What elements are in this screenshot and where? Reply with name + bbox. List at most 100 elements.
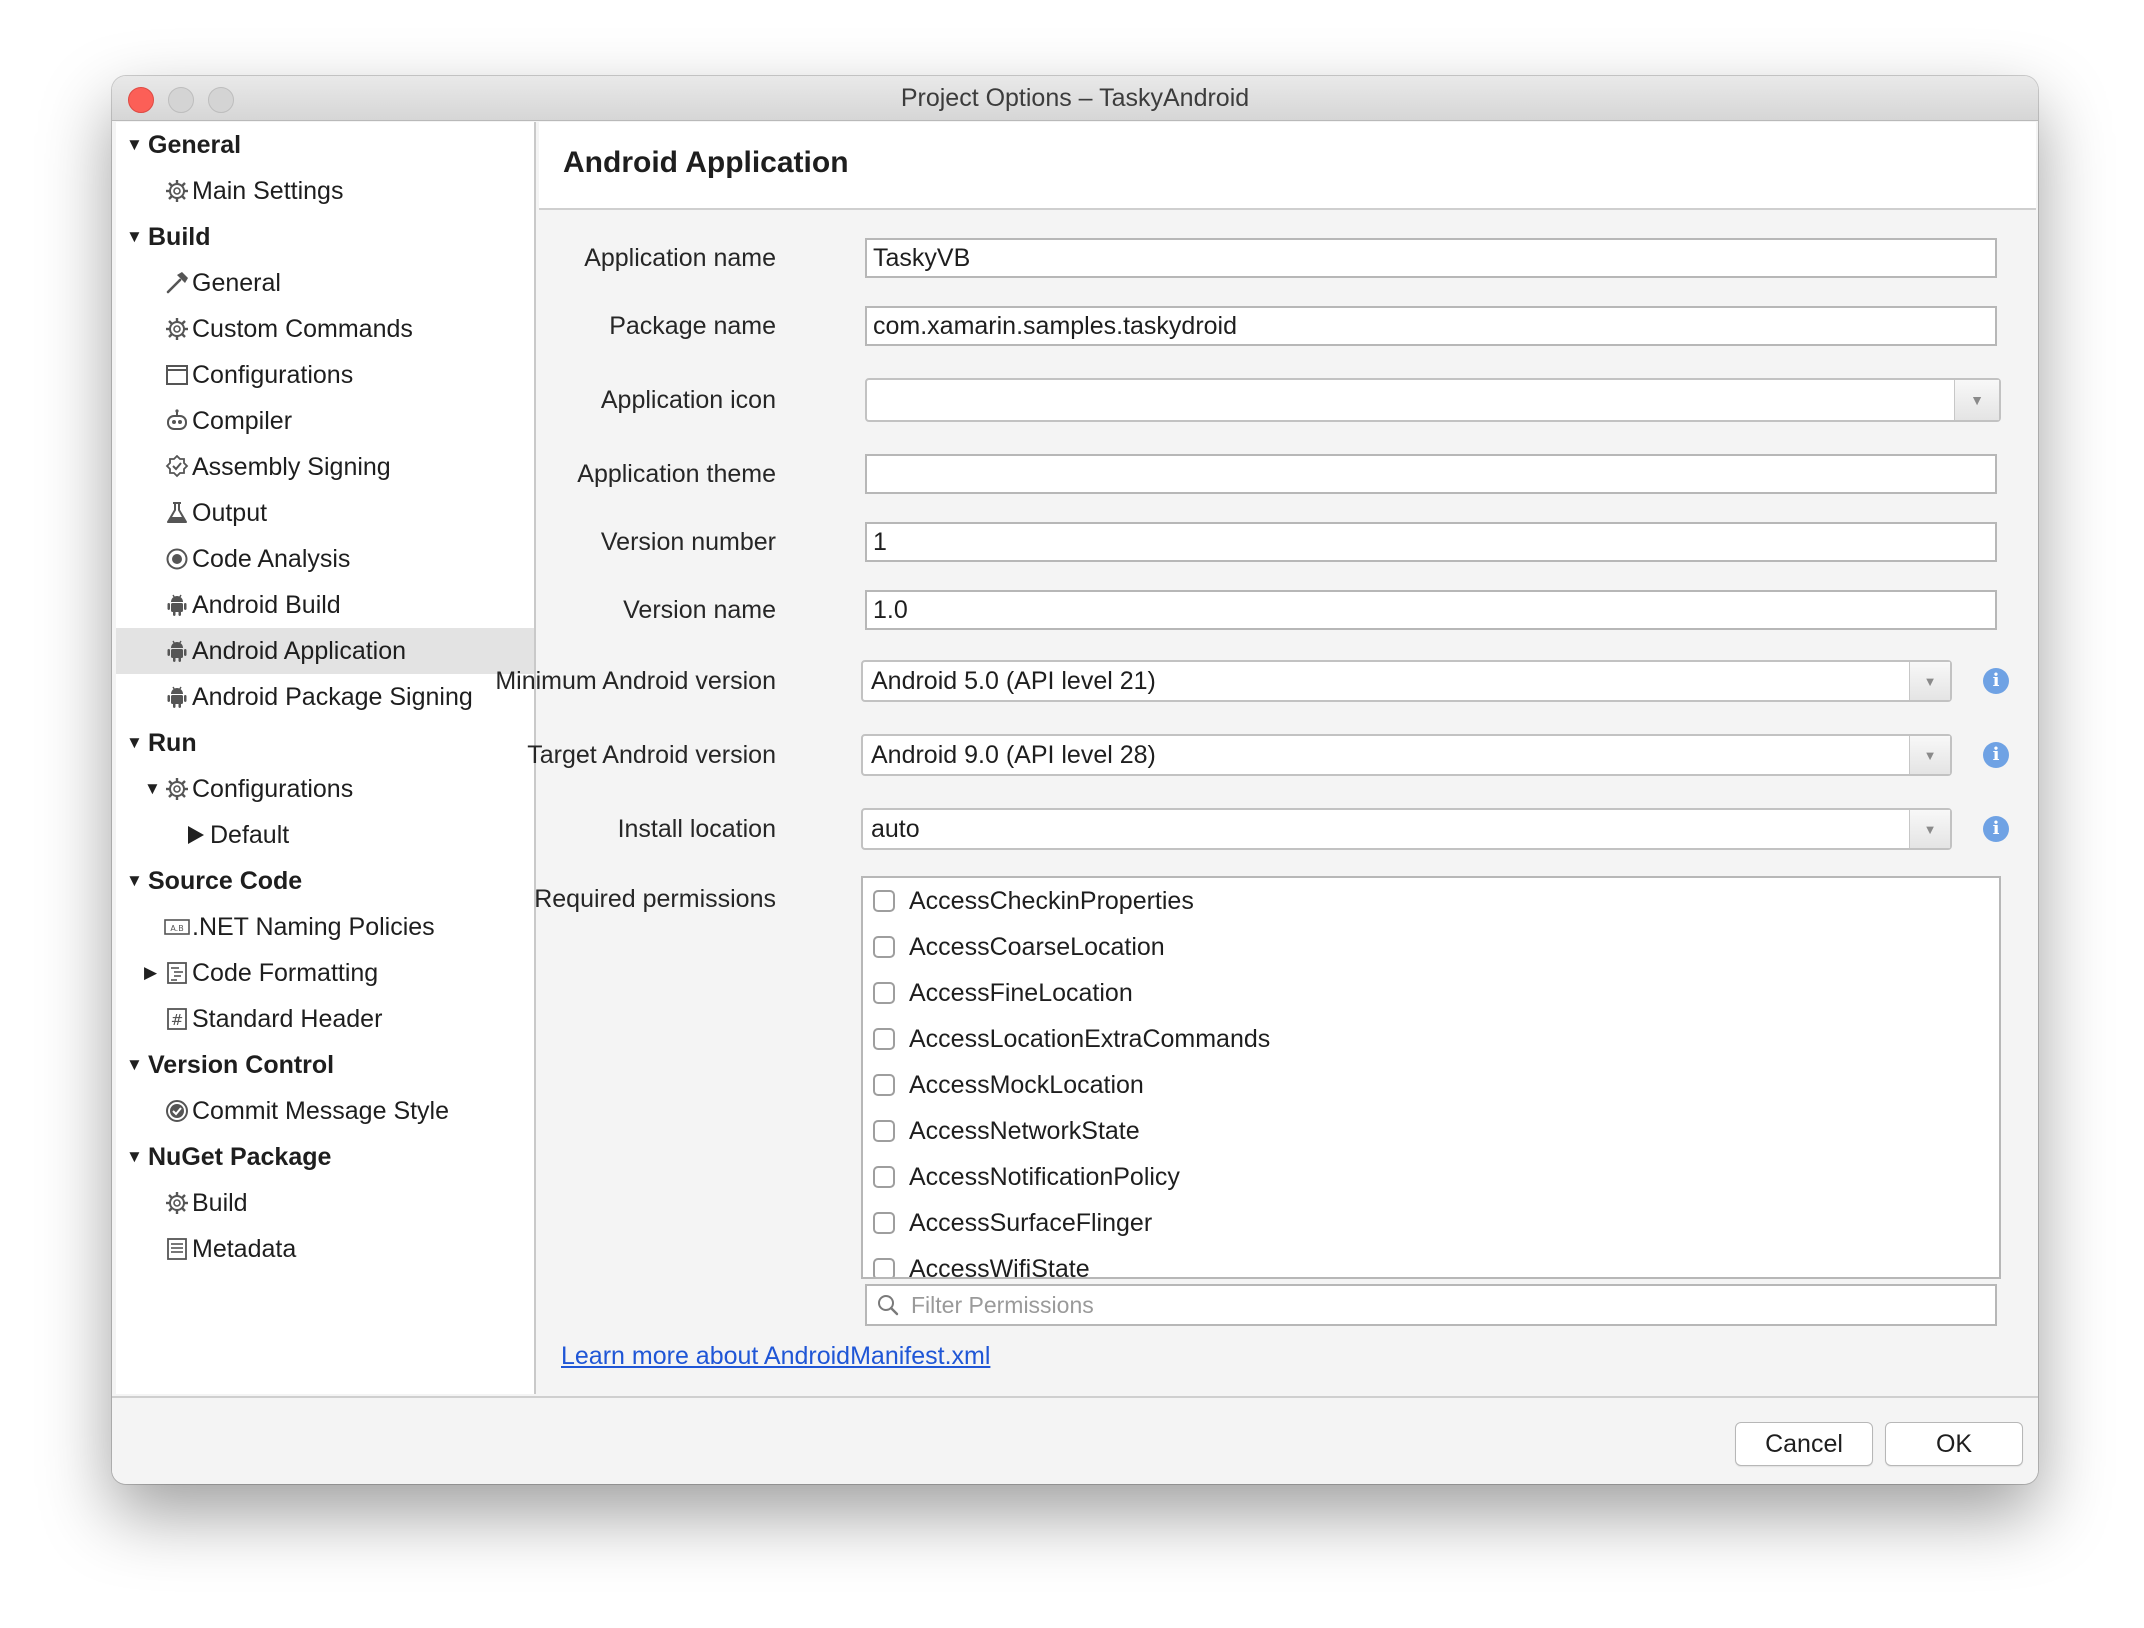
sidebar-item-label: Commit Message Style — [192, 1097, 450, 1125]
sidebar-item-configurations[interactable]: ▼ Configurations — [116, 766, 534, 812]
permission-label: AccessNetworkState — [909, 1117, 1140, 1145]
permission-checkbox[interactable] — [873, 1028, 895, 1050]
sidebar-item-code-analysis[interactable]: Code Analysis — [116, 536, 534, 582]
chevron-down-icon[interactable]: ▼ — [1954, 380, 1999, 420]
sidebar-item-label: Default — [210, 821, 290, 849]
install-location-select[interactable]: auto ▼ — [861, 808, 1952, 850]
sidebar-category-build[interactable]: ▼ Build — [116, 214, 534, 260]
permission-checkbox[interactable] — [873, 1120, 895, 1142]
permission-label: AccessNotificationPolicy — [909, 1163, 1180, 1191]
svg-text:#: # — [171, 1011, 184, 1029]
permission-row-accessnetworkstate[interactable]: AccessNetworkState — [863, 1108, 1999, 1154]
sidebar-item-commit-message-style[interactable]: Commit Message Style — [116, 1088, 534, 1134]
version-number-input[interactable] — [865, 522, 1997, 562]
learn-more-androidmanifest-link[interactable]: Learn more about AndroidManifest.xml — [561, 1342, 990, 1371]
version-name-input[interactable] — [865, 590, 1997, 630]
hammer-icon — [164, 270, 190, 296]
sidebar-item-output[interactable]: Output — [116, 490, 534, 536]
sidebar-item-android-package-signing[interactable]: Android Package Signing — [116, 674, 534, 720]
sidebar-category-run[interactable]: ▼ Run — [116, 720, 534, 766]
sidebar-item-android-build[interactable]: Android Build — [116, 582, 534, 628]
minimum-android-version-value: Android 5.0 (API level 21) — [871, 667, 1156, 695]
sidebar-category-source-code[interactable]: ▼ Source Code — [116, 858, 534, 904]
permission-checkbox[interactable] — [873, 936, 895, 958]
robot-icon — [164, 408, 190, 434]
ok-button[interactable]: OK — [1885, 1422, 2023, 1466]
info-icon[interactable]: i — [1983, 816, 2009, 842]
sidebar-item-general[interactable]: General — [116, 260, 534, 306]
sidebar-item-label: Compiler — [192, 407, 293, 435]
android-icon — [164, 638, 190, 664]
sidebar-item-standard-header[interactable]: # Standard Header — [116, 996, 534, 1042]
svg-text:A.B: A.B — [170, 924, 183, 933]
permission-checkbox[interactable] — [873, 1212, 895, 1234]
disclosure-triangle-icon[interactable]: ▼ — [126, 858, 143, 904]
disclosure-triangle-icon[interactable]: ▼ — [126, 1042, 143, 1088]
permissions-list[interactable]: AccessCheckinProperties AccessCoarseLocat… — [861, 876, 2001, 1279]
check-circle-icon — [164, 1098, 190, 1124]
sidebar-item-compiler[interactable]: Compiler — [116, 398, 534, 444]
application-theme-label: Application theme — [577, 460, 776, 488]
permission-checkbox[interactable] — [873, 1074, 895, 1096]
sidebar-item-custom-commands[interactable]: Custom Commands — [116, 306, 534, 352]
disclosure-triangle-icon[interactable]: ▼ — [126, 214, 143, 260]
permission-row-accessfinelocation[interactable]: AccessFineLocation — [863, 970, 1999, 1016]
permission-label: AccessCoarseLocation — [909, 933, 1165, 961]
sidebar-category-general[interactable]: ▼ General — [116, 122, 534, 168]
permission-row-accesscoarselocation[interactable]: AccessCoarseLocation — [863, 924, 1999, 970]
cancel-button[interactable]: Cancel — [1735, 1422, 1873, 1466]
disclosure-triangle-icon[interactable]: ▼ — [126, 720, 143, 766]
permission-checkbox[interactable] — [873, 890, 895, 912]
disclosure-triangle-icon[interactable]: ▼ — [144, 766, 161, 812]
version-number-label: Version number — [600, 528, 776, 556]
sidebar-item-assembly-signing[interactable]: Assembly Signing — [116, 444, 534, 490]
application-name-input[interactable] — [865, 238, 1997, 278]
package-name-input[interactable] — [865, 306, 1997, 346]
sidebar-item-configurations[interactable]: Configurations — [116, 352, 534, 398]
target-icon — [164, 546, 190, 572]
sidebar-item-build[interactable]: Build — [116, 1180, 534, 1226]
target-android-version-select[interactable]: Android 9.0 (API level 28) ▼ — [861, 734, 1952, 776]
sidebar-category-label: Build — [148, 223, 211, 251]
badge-icon — [164, 454, 190, 480]
permission-row-accesswifistate[interactable]: AccessWifiState — [863, 1246, 1999, 1279]
permission-checkbox[interactable] — [873, 1258, 895, 1277]
dialog-footer: Cancel OK — [112, 1396, 2038, 1484]
sidebar-category-version-control[interactable]: ▼ Version Control — [116, 1042, 534, 1088]
sidebar-item-android-application[interactable]: Android Application — [116, 628, 534, 674]
application-theme-input[interactable] — [865, 454, 1997, 494]
sidebar-category-label: Run — [148, 729, 197, 757]
chevron-down-icon[interactable]: ▼ — [1909, 810, 1950, 848]
hash-icon: # — [164, 1006, 190, 1032]
permission-label: AccessCheckinProperties — [909, 887, 1194, 915]
info-icon[interactable]: i — [1983, 742, 2009, 768]
disclosure-triangle-icon[interactable]: ▼ — [126, 122, 143, 168]
permission-label: AccessSurfaceFlinger — [909, 1209, 1153, 1237]
sidebar-item-metadata[interactable]: Metadata — [116, 1226, 534, 1272]
sidebar-item-code-formatting[interactable]: ▶ Code Formatting — [116, 950, 534, 996]
permission-row-accesslocationextracommands[interactable]: AccessLocationExtraCommands — [863, 1016, 1999, 1062]
chevron-down-icon[interactable]: ▼ — [1909, 736, 1950, 774]
application-icon-combo[interactable]: ▼ — [865, 378, 2001, 422]
filter-permissions-input[interactable]: Filter Permissions — [865, 1284, 1997, 1326]
permission-checkbox[interactable] — [873, 1166, 895, 1188]
window-icon — [164, 362, 190, 388]
minimum-android-version-select[interactable]: Android 5.0 (API level 21) ▼ — [861, 660, 1952, 702]
sidebar-category-nuget-package[interactable]: ▼ NuGet Package — [116, 1134, 534, 1180]
chevron-down-icon[interactable]: ▼ — [1909, 662, 1950, 700]
sidebar-item-label: Assembly Signing — [192, 453, 391, 481]
sidebar-item-default[interactable]: Default — [116, 812, 534, 858]
permission-row-accessmocklocation[interactable]: AccessMockLocation — [863, 1062, 1999, 1108]
permission-row-accesssurfaceflinger[interactable]: AccessSurfaceFlinger — [863, 1200, 1999, 1246]
sidebar-item-net-naming-policies[interactable]: A.B .NET Naming Policies — [116, 904, 534, 950]
android-icon — [164, 592, 190, 618]
permission-checkbox[interactable] — [873, 982, 895, 1004]
flask-icon — [164, 500, 190, 526]
disclosure-triangle-icon[interactable]: ▶ — [144, 950, 157, 996]
sidebar-item-main-settings[interactable]: Main Settings — [116, 168, 534, 214]
permission-label: AccessWifiState — [909, 1255, 1090, 1279]
disclosure-triangle-icon[interactable]: ▼ — [126, 1134, 143, 1180]
permission-row-accesscheckinproperties[interactable]: AccessCheckinProperties — [863, 878, 1999, 924]
info-icon[interactable]: i — [1983, 668, 2009, 694]
permission-row-accessnotificationpolicy[interactable]: AccessNotificationPolicy — [863, 1154, 1999, 1200]
